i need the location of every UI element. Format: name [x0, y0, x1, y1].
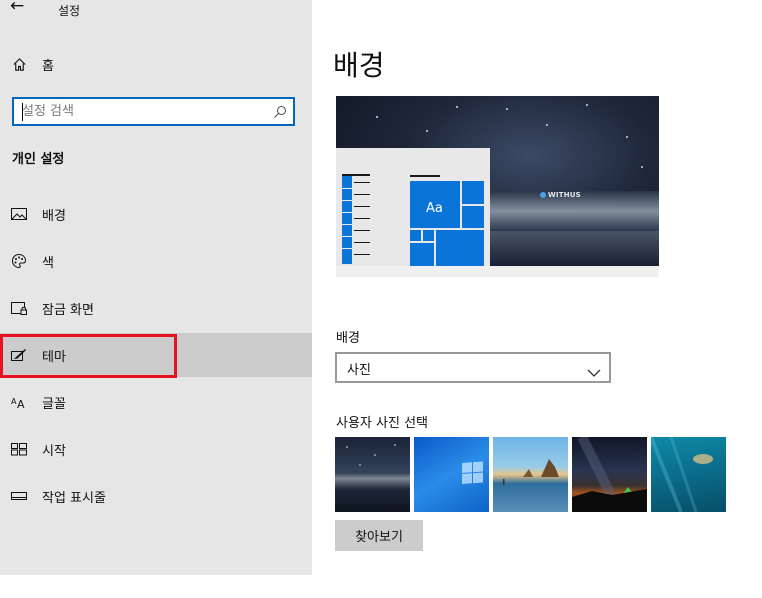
search-icon[interactable] — [273, 104, 287, 123]
sidebar-item-taskbar[interactable]: 작업 표시줄 — [0, 474, 312, 518]
background-label: 배경 — [336, 331, 360, 346]
sidebar-item-label: 홈 — [42, 59, 54, 74]
sidebar-item-start[interactable]: 시작 — [0, 427, 312, 471]
sidebar-item-label: 작업 표시줄 — [42, 491, 106, 506]
sidebar-item-label: 잠금 화면 — [42, 303, 94, 318]
theme-preview: WITHUS Aa — [336, 96, 659, 266]
sidebar-item-background[interactable]: 배경 — [0, 192, 312, 236]
preview-taskbar — [336, 266, 659, 277]
preview-window: Aa — [336, 148, 490, 266]
window-title: 설정 — [58, 4, 81, 18]
font-icon: AA — [11, 394, 27, 410]
watermark-logo-icon — [540, 192, 546, 198]
palette-icon — [11, 253, 27, 269]
thumbnail-underwater-turtle[interactable] — [651, 437, 726, 512]
sidebar-item-fonts[interactable]: AA 글꼴 — [0, 380, 312, 424]
home-icon — [11, 56, 27, 72]
sidebar-item-label: 배경 — [42, 209, 66, 224]
browse-button[interactable]: 찾아보기 — [335, 520, 423, 551]
start-icon — [11, 441, 27, 457]
thumbnail-windows-blue[interactable] — [414, 437, 489, 512]
sidebar-item-label: 글꼴 — [42, 397, 66, 412]
picture-icon — [11, 206, 27, 222]
background-type-select[interactable]: 사진 — [335, 352, 611, 383]
sidebar-item-label: 시작 — [42, 444, 66, 459]
sidebar-item-home[interactable]: 홈 — [0, 42, 312, 86]
preview-watermark: WITHUS — [548, 191, 581, 199]
thumbnail-night-sky-lake[interactable] — [335, 437, 410, 512]
choose-picture-label: 사용자 사진 선택 — [336, 416, 428, 431]
taskbar-icon — [11, 488, 27, 504]
preview-tiles: Aa — [410, 181, 484, 266]
preview-start-list — [342, 176, 352, 264]
thumbnail-rocky-beach[interactable] — [493, 437, 568, 512]
page-title: 배경 — [333, 49, 385, 82]
chevron-down-icon — [587, 363, 601, 382]
select-value: 사진 — [347, 363, 371, 378]
title-bar: ← 설정 — [0, 0, 312, 22]
sidebar-item-color[interactable]: 색 — [0, 239, 312, 283]
svg-text:A: A — [17, 398, 25, 409]
section-title: 개인 설정 — [12, 152, 65, 167]
thumbnail-milky-way-tent[interactable] — [572, 437, 647, 512]
search-input[interactable] — [22, 102, 262, 121]
back-arrow-icon[interactable]: ← — [10, 0, 24, 16]
sidebar-item-lock-screen[interactable]: 잠금 화면 — [0, 286, 312, 330]
lock-screen-icon — [11, 300, 27, 316]
water-reflection — [486, 231, 659, 266]
sidebar: ← 설정 홈 개인 설정 배경 색 잠금 화면 — [0, 0, 312, 575]
preview-tile-text: Aa — [426, 201, 443, 216]
selection-highlight-box — [0, 334, 177, 378]
search-box[interactable] — [12, 97, 295, 126]
sidebar-item-label: 색 — [42, 256, 54, 271]
